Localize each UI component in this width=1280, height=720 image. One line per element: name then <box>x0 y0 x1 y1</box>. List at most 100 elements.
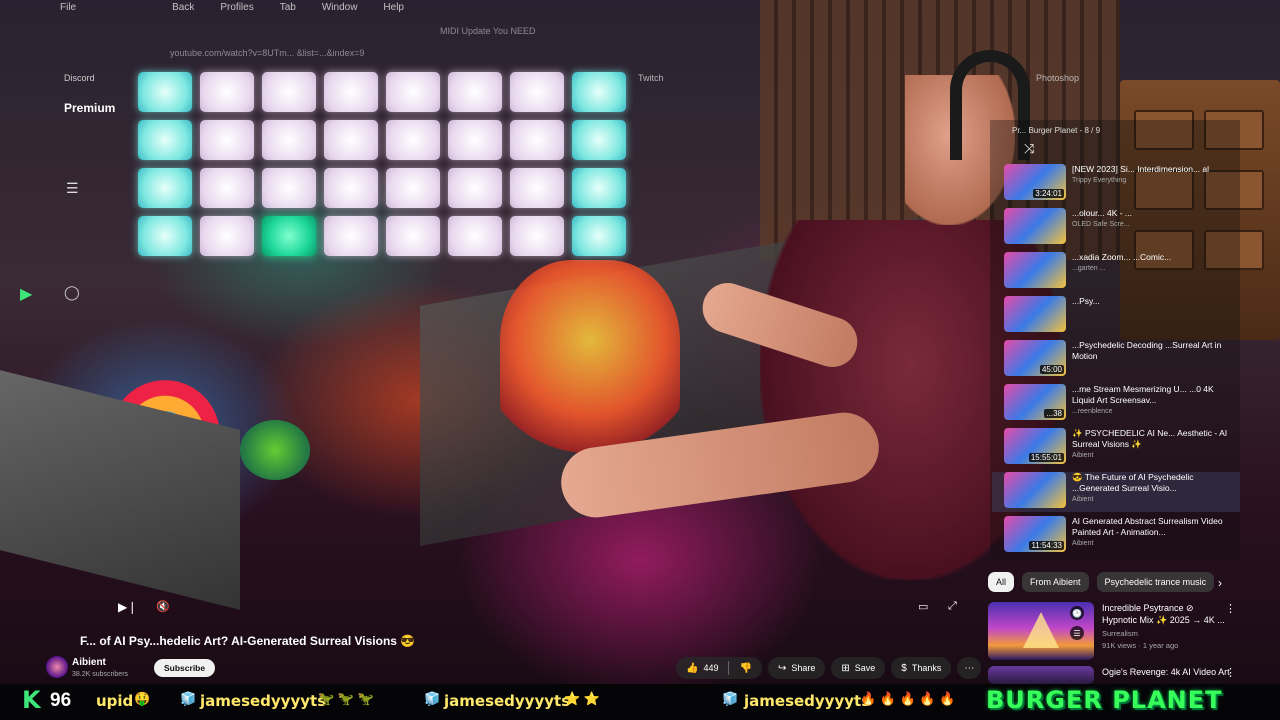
chip-from-channel[interactable]: From Aibient <box>1022 572 1089 592</box>
dislike-button[interactable]: 👎 <box>729 657 761 679</box>
recommendation-meta: Incredible Psytrance ⊘ Hypnotic Mix ✨ 20… <box>1102 602 1230 660</box>
launchpad-pad <box>572 168 626 208</box>
chevron-right-icon[interactable]: › <box>1218 576 1222 590</box>
launchpad-pad-grid <box>138 72 626 256</box>
chip-genre[interactable]: Psychedelic trance music <box>1096 572 1215 592</box>
playlist-item-channel: Aibient <box>1072 452 1094 459</box>
menu-file[interactable]: File <box>60 2 76 13</box>
thumbnail-hover-icons: 🕑 ☰ <box>1070 606 1084 640</box>
playlist-thumbnail[interactable]: 15:55:01 <box>1004 428 1066 464</box>
subscribe-button[interactable]: Subscribe <box>154 659 216 677</box>
playlist-thumbnail[interactable] <box>1004 472 1066 508</box>
playlist-item[interactable]: ...xadia Zoom... ...Comic... ...garten ..… <box>1004 252 1234 292</box>
playlist-item[interactable]: 11:54:33 AI Generated Abstract Surrealism… <box>1004 516 1234 556</box>
avatar[interactable] <box>46 656 68 678</box>
playlist-thumbnail[interactable]: ...38 <box>1004 384 1066 420</box>
more-vert-icon[interactable]: ⋮ <box>1225 666 1236 679</box>
psychedelic-face-art <box>500 260 680 460</box>
launchpad-pad <box>324 72 378 112</box>
like-count: 449 <box>703 663 719 673</box>
recommendation-channel[interactable]: Surrealism <box>1102 629 1230 638</box>
add-to-queue-icon[interactable]: ☰ <box>1070 626 1084 640</box>
launchpad-pad <box>386 216 440 256</box>
playlist-thumbnail[interactable]: 3:24:01 <box>1004 164 1066 200</box>
playlist-thumbnail[interactable] <box>1004 296 1066 332</box>
playlist-item-text: ✨ PSYCHEDELIC AI Ne... Aesthetic - AI Su… <box>1072 428 1234 468</box>
playlist-item[interactable]: 3:24:01 [NEW 2023] Si... Interdimension..… <box>1004 164 1234 204</box>
bookmark-twitch[interactable]: Twitch <box>638 73 664 83</box>
app-menu-bar: File Back Profiles Tab Window Help <box>60 2 404 13</box>
address-bar[interactable]: youtube.com/watch?v=8UTm... &list=...&in… <box>170 48 364 58</box>
playlist-item-channel: Trippy Everything <box>1072 177 1127 184</box>
ticker-username: jamesedyyyyts <box>744 692 871 710</box>
playlist-item-text: ...Psy... <box>1072 296 1100 336</box>
next-icon[interactable]: ▶❘ <box>118 600 137 614</box>
fullscreen-icon[interactable]: ⤢ <box>948 600 957 613</box>
save-button[interactable]: ⊞ Save <box>831 657 886 679</box>
playlist-item-text: AI Generated Abstract Surrealism Video P… <box>1072 516 1234 556</box>
playlist-item-title: ...olour... 4K - ... <box>1072 208 1132 218</box>
playlist-item[interactable]: 45:00 ...Psychedelic Decoding ...Surreal … <box>1004 340 1234 380</box>
recommendation-thumbnail[interactable]: 🕑 ☰ <box>988 602 1094 660</box>
share-button[interactable]: ↪ Share <box>767 657 826 679</box>
playlist-item-title: ✨ PSYCHEDELIC AI Ne... Aesthetic - AI Su… <box>1072 428 1228 449</box>
share-icon: ↪ <box>777 662 787 674</box>
recommendation-thumbnail[interactable] <box>988 666 1094 684</box>
like-button[interactable]: 👍 449 <box>676 657 728 679</box>
youtube-premium-logo: Premium <box>64 101 116 115</box>
cube-icon: 🧊 <box>424 691 441 706</box>
watch-later-icon[interactable]: 🕑 <box>1070 606 1084 620</box>
bookmark-photoshop[interactable]: Photoshop <box>1036 73 1079 83</box>
playlist-item[interactable]: 😎 The Future of AI Psychedelic ...Genera… <box>992 472 1240 512</box>
recommendation-stats: 91K views · 1 year ago <box>1102 641 1179 650</box>
browser-tab[interactable]: MIDI Update You NEED <box>440 26 536 36</box>
hamburger-menu-icon[interactable]: ☰ <box>66 180 79 197</box>
playlist-item-title: AI Generated Abstract Surrealism Video P… <box>1072 516 1223 537</box>
playlist-item-title: ...Psychedelic Decoding ...Surreal Art i… <box>1072 340 1222 361</box>
menu-back[interactable]: Back <box>172 2 194 13</box>
playlist-item[interactable]: ...38 ...me Stream Mesmerizing U... ...0 … <box>1004 384 1234 424</box>
playlist-item[interactable]: ...Psy... <box>1004 296 1234 336</box>
playlist-item-channel: OLED Safe Scre... <box>1072 221 1130 228</box>
recommendation-title[interactable]: Incredible Psytrance ⊘ Hypnotic Mix ✨ 20… <box>1102 602 1230 626</box>
launchpad-pad <box>138 120 192 160</box>
launchpad-pad <box>448 72 502 112</box>
playlist-thumbnail[interactable]: 11:54:33 <box>1004 516 1066 552</box>
recommendation-item[interactable]: Ogie's Revenge: 4k AI Video Art ⋮ <box>988 666 1238 684</box>
menu-window[interactable]: Window <box>322 2 358 13</box>
launchpad-pad <box>324 216 378 256</box>
thumbs-down-icon: 👎 <box>739 662 752 674</box>
playlist-thumbnail[interactable] <box>1004 208 1066 244</box>
thanks-button[interactable]: $ Thanks <box>891 657 952 679</box>
miniplayer-icon[interactable]: ▭ <box>918 600 928 613</box>
menu-tab[interactable]: Tab <box>280 2 296 13</box>
recommendation-title[interactable]: Ogie's Revenge: 4k AI Video Art <box>1102 666 1230 678</box>
shuffle-icon[interactable]: ⤨ <box>1024 141 1034 157</box>
share-label: Share <box>791 663 816 673</box>
bookmark-icon: ⊞ <box>841 662 850 674</box>
channel-name[interactable]: Aibient <box>72 657 106 668</box>
bookmark-discord[interactable]: Discord <box>64 73 95 83</box>
launchpad-pad <box>200 168 254 208</box>
more-vert-icon[interactable]: ⋮ <box>1225 602 1236 615</box>
volume-icon[interactable]: 🔇 <box>156 600 170 613</box>
playlist-header: Pr... Burger Planet - 8 / 9 <box>1012 126 1101 135</box>
launchpad-pad <box>262 216 316 256</box>
menu-profiles[interactable]: Profiles <box>220 2 253 13</box>
playlist-item-channel: Aibient <box>1072 496 1094 503</box>
launchpad-pad <box>262 72 316 112</box>
launchpad-pad <box>138 72 192 112</box>
recommendation-item[interactable]: 🕑 ☰ Incredible Psytrance ⊘ Hypnotic Mix … <box>988 602 1238 660</box>
chip-all[interactable]: All <box>988 572 1015 592</box>
menu-help[interactable]: Help <box>383 2 404 13</box>
launchpad-pad <box>448 216 502 256</box>
launchpad-pad <box>200 72 254 112</box>
more-button[interactable]: ⋯ <box>957 657 982 679</box>
viewer-count: 96 <box>50 690 72 711</box>
playlist-item-text: ...xadia Zoom... ...Comic... ...garten ..… <box>1072 252 1171 292</box>
playlist-item[interactable]: 15:55:01 ✨ PSYCHEDELIC AI Ne... Aesthetic… <box>1004 428 1234 468</box>
playlist-item[interactable]: ...olour... 4K - ... OLED Safe Scre... <box>1004 208 1234 248</box>
playlist-thumbnail[interactable] <box>1004 252 1066 288</box>
playlist-thumbnail[interactable]: 45:00 <box>1004 340 1066 376</box>
launchpad-pad <box>448 168 502 208</box>
